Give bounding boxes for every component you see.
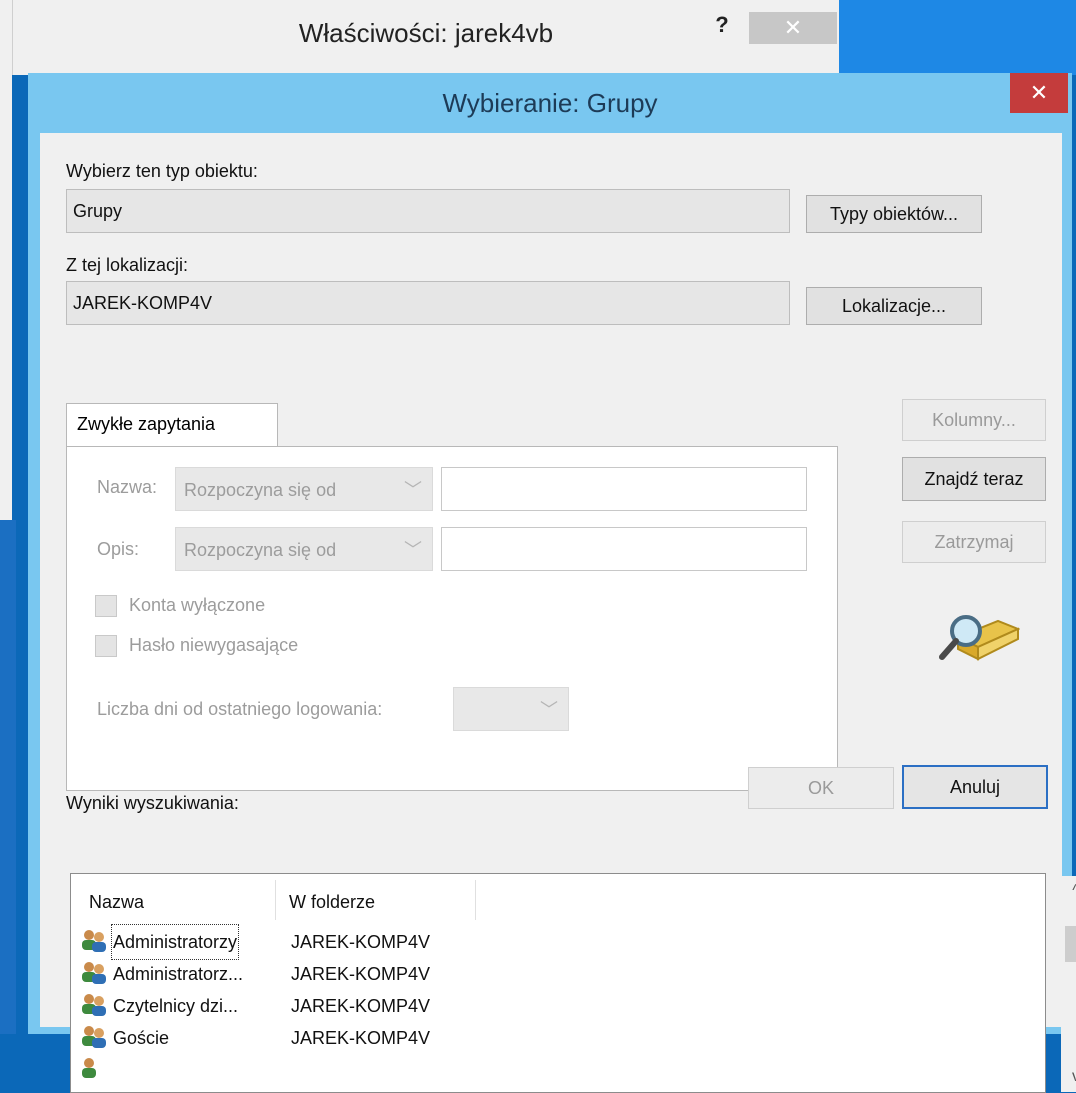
- user-group-icon: [82, 930, 106, 952]
- name-mode-select: Rozpoczyna się od ﹀: [175, 467, 433, 511]
- results-scrollbar[interactable]: ^ v: [1061, 876, 1076, 1092]
- result-name: Administratorzy: [110, 924, 240, 960]
- search-results-list[interactable]: Nazwa W folderze Administratorzy JAREK-K…: [70, 873, 1076, 1093]
- tab-common-queries[interactable]: Zwykłe zapytania: [66, 403, 278, 447]
- result-row[interactable]: Administratorzy JAREK-KOMP4V: [79, 924, 479, 960]
- result-row[interactable]: Administratorz... JAREK-KOMP4V: [79, 958, 479, 990]
- properties-close-button[interactable]: ✕: [749, 12, 837, 44]
- non-expiring-password-checkbox: [95, 635, 117, 657]
- search-results-label: Wyniki wyszukiwania:: [66, 793, 239, 813]
- disabled-accounts-label: Konta wyłączone: [129, 595, 266, 615]
- stop-button: Zatrzymaj: [902, 521, 1046, 563]
- result-name: Czytelnicy dzi...: [113, 996, 239, 1016]
- user-group-icon: [82, 994, 106, 1016]
- description-mode-select: Rozpoczyna się od ﹀: [175, 527, 433, 571]
- find-now-button[interactable]: Znajdź teraz: [902, 457, 1046, 501]
- result-row-partial[interactable]: [79, 1056, 109, 1090]
- desktop-background: [0, 520, 16, 1034]
- object-type-field: Grupy: [66, 189, 790, 233]
- column-divider[interactable]: [275, 880, 276, 920]
- column-header-folder[interactable]: W folderze: [289, 884, 375, 920]
- location-field: JAREK-KOMP4V: [66, 281, 790, 325]
- column-divider[interactable]: [475, 880, 476, 920]
- description-input: [441, 527, 807, 571]
- dialog-title: Wybieranie: Grupy: [442, 88, 658, 118]
- help-button[interactable]: ?: [707, 10, 737, 40]
- common-queries-panel: Nazwa: Rozpoczyna się od ﹀ Opis: Rozpocz…: [66, 446, 838, 791]
- result-row[interactable]: Goście JAREK-KOMP4V: [79, 1022, 479, 1054]
- location-label: Z tej lokalizacji:: [66, 255, 189, 275]
- result-folder: JAREK-KOMP4V: [291, 964, 431, 984]
- chevron-down-icon: ﹀: [404, 480, 422, 500]
- result-row[interactable]: Czytelnicy dzi... JAREK-KOMP4V: [79, 990, 479, 1022]
- dialog-titlebar[interactable]: Wybieranie: Grupy: [28, 73, 1072, 133]
- locations-button[interactable]: Lokalizacje...: [806, 287, 982, 325]
- select-groups-dialog: Wybieranie: Grupy ✕ Wybierz ten typ obie…: [28, 73, 1076, 1093]
- name-label: Nazwa:: [97, 477, 158, 497]
- result-folder: JAREK-KOMP4V: [291, 1028, 431, 1048]
- chevron-down-icon: ﹀: [540, 700, 558, 720]
- days-since-logon-select: ﹀: [453, 687, 569, 731]
- result-name: Goście: [113, 1028, 170, 1048]
- result-name: Administratorz...: [113, 964, 244, 984]
- disabled-accounts-checkbox: [95, 595, 117, 617]
- user-group-icon: [82, 962, 106, 984]
- dialog-close-button[interactable]: ✕: [1010, 73, 1068, 113]
- result-folder: JAREK-KOMP4V: [291, 996, 431, 1016]
- object-types-button[interactable]: Typy obiektów...: [806, 195, 982, 233]
- object-type-label: Wybierz ten typ obiektu:: [66, 161, 258, 181]
- user-group-icon: [82, 1058, 96, 1078]
- chevron-down-icon: ﹀: [404, 540, 422, 560]
- user-group-icon: [82, 1026, 106, 1048]
- dialog-client-area: Wybierz ten typ obiektu: Grupy Typy obie…: [40, 133, 1076, 1093]
- description-mode-value: Rozpoczyna się od: [184, 540, 337, 560]
- days-since-logon-label: Liczba dni od ostatniego logowania:: [97, 699, 383, 719]
- properties-window: Właściwości: jarek4vb ? ✕: [12, 0, 839, 75]
- columns-button: Kolumny...: [902, 399, 1046, 441]
- result-folder: JAREK-KOMP4V: [291, 932, 431, 952]
- ok-button: OK: [748, 767, 894, 809]
- scroll-down-icon[interactable]: v: [1061, 1062, 1076, 1092]
- magnifier-folder-icon: [939, 615, 1020, 661]
- scroll-thumb[interactable]: [1065, 926, 1076, 962]
- non-expiring-password-label: Hasło niewygasające: [129, 635, 299, 655]
- cancel-button[interactable]: Anuluj: [902, 765, 1048, 809]
- scroll-up-icon[interactable]: ^: [1061, 876, 1076, 906]
- column-header-name[interactable]: Nazwa: [89, 884, 144, 920]
- desktop-background-top: [838, 0, 1076, 75]
- description-label: Opis:: [97, 539, 140, 559]
- name-input: [441, 467, 807, 511]
- name-mode-value: Rozpoczyna się od: [184, 480, 337, 500]
